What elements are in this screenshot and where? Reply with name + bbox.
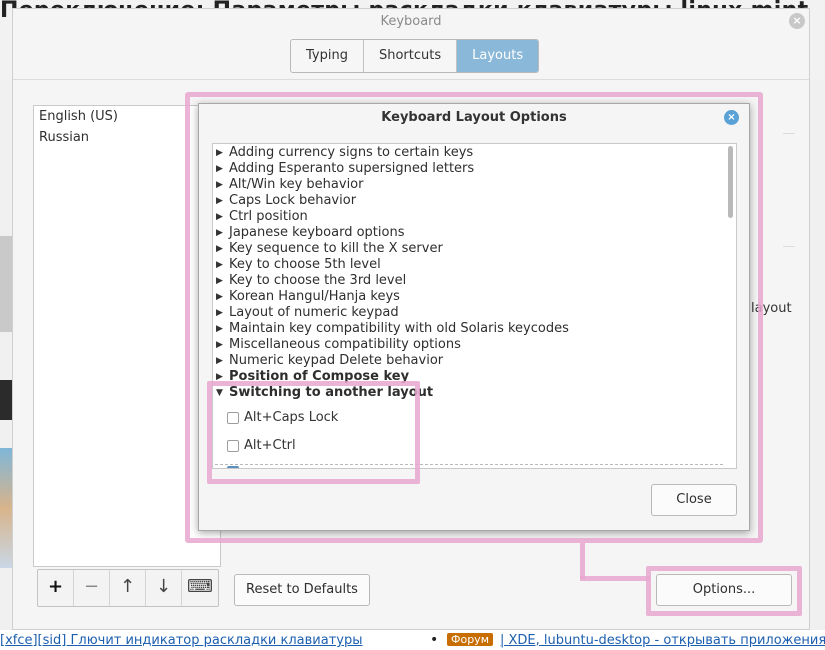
highlight-connector (580, 543, 585, 579)
tree-row-3rd-level[interactable]: ▶ Key to choose the 3rd level (216, 273, 406, 289)
background-link-right[interactable]: | XDE, lubuntu-desktop - открывать прило… (500, 633, 825, 648)
options-button[interactable]: Options... (656, 574, 792, 606)
tree-row-switching-layout[interactable]: ▼ Switching to another layout (216, 385, 433, 401)
tree-row-caps-lock[interactable]: ▶ Caps Lock behavior (216, 193, 356, 209)
background-photo (0, 236, 12, 332)
dialog-title: Keyboard Layout Options (381, 110, 567, 125)
tree-row-compose[interactable]: ▶ Position of Compose key (216, 369, 409, 385)
tree-row-korean[interactable]: ▶ Korean Hangul/Hanja keys (216, 289, 400, 305)
right-panel-label: layout (751, 301, 792, 316)
background-link-left[interactable]: [xfce][sid] Глючит индикатор раскладки к… (0, 633, 363, 648)
list-item[interactable]: Russian (34, 127, 220, 148)
header-divider (13, 79, 809, 80)
expand-arrow-icon[interactable]: ▶ (216, 353, 229, 369)
option-alt-caps-lock[interactable]: Alt+Caps Lock (227, 408, 338, 428)
window-title: Keyboard (380, 14, 442, 29)
expand-arrow-icon[interactable]: ▶ (216, 161, 229, 177)
tree-focus-outline (215, 464, 723, 466)
background-right-strip (810, 80, 825, 630)
options-tree: ▶ Adding currency signs to certain keys ▶… (212, 143, 737, 469)
option-alt-ctrl[interactable]: Alt+Ctrl (227, 436, 296, 456)
tree-row-numeric-keypad[interactable]: ▶ Layout of numeric keypad (216, 305, 399, 321)
tree-row-keypad-delete[interactable]: ▶ Numeric keypad Delete behavior (216, 353, 443, 369)
background-image (0, 448, 12, 568)
tree-row-misc[interactable]: ▶ Miscellaneous compatibility options (216, 337, 461, 353)
expand-arrow-icon[interactable]: ▶ (216, 177, 229, 193)
expand-arrow-icon[interactable]: ▶ (216, 209, 229, 225)
expand-arrow-icon[interactable]: ▶ (216, 145, 229, 161)
background-dark-band (0, 380, 12, 420)
tab-shortcuts[interactable]: Shortcuts (364, 40, 458, 72)
layout-list: English (US) Russian (33, 105, 221, 567)
highlight-connector (580, 576, 650, 581)
expand-arrow-icon[interactable]: ▶ (216, 337, 229, 353)
add-layout-button[interactable]: + (38, 570, 74, 606)
background-footer: [xfce][sid] Глючит индикатор раскладки к… (0, 630, 825, 650)
expand-arrow-icon[interactable]: ▶ (216, 305, 229, 321)
expand-arrow-icon[interactable]: ▶ (216, 273, 229, 289)
tree-row-currency[interactable]: ▶ Adding currency signs to certain keys (216, 145, 473, 161)
move-down-button[interactable]: ↓ (146, 570, 182, 606)
reset-to-defaults-button[interactable]: Reset to Defaults (234, 574, 370, 606)
expand-arrow-icon[interactable]: ▶ (216, 225, 229, 241)
expand-arrow-icon[interactable]: ▶ (216, 369, 229, 385)
expand-arrow-icon[interactable]: ▶ (216, 241, 229, 257)
expand-arrow-icon[interactable]: ▶ (216, 193, 229, 209)
tree-row-5th-level[interactable]: ▶ Key to choose 5th level (216, 257, 381, 273)
move-up-button[interactable]: ↑ (110, 570, 146, 606)
expand-arrow-icon[interactable]: ▶ (216, 257, 229, 273)
tab-bar: Typing Shortcuts Layouts (290, 39, 540, 73)
tab-layouts[interactable]: Layouts (457, 40, 539, 72)
list-item[interactable]: English (US) (34, 106, 220, 127)
dialog-close-button[interactable]: Close (651, 484, 737, 516)
tree-row-solaris[interactable]: ▶ Maintain key compatibility with old Sol… (216, 321, 569, 337)
layout-list-toolbar: + − ↑ ↓ ⌨ (37, 569, 219, 607)
expand-arrow-icon[interactable]: ▶ (216, 321, 229, 337)
section-divider (783, 246, 795, 247)
remove-layout-button[interactable]: − (74, 570, 110, 606)
tab-typing[interactable]: Typing (291, 40, 364, 72)
section-divider (783, 133, 795, 134)
forum-badge: Форум (447, 633, 493, 646)
tree-row-alt-win[interactable]: ▶ Alt/Win key behavior (216, 177, 363, 193)
tree-scrollbar[interactable] (728, 146, 733, 218)
checkbox[interactable] (227, 439, 239, 452)
collapse-arrow-icon[interactable]: ▼ (216, 385, 229, 401)
bullet-icon: • (430, 632, 439, 648)
tree-row-kill-x[interactable]: ▶ Key sequence to kill the X server (216, 241, 443, 257)
checkbox[interactable] (227, 411, 239, 424)
checkbox-checked[interactable] (227, 465, 239, 468)
dialog-close-icon[interactable]: × (724, 110, 739, 125)
tree-row-ctrl-position[interactable]: ▶ Ctrl position (216, 209, 308, 225)
layout-options-dialog: Keyboard Layout Options × ▶ Adding curren… (198, 103, 750, 531)
window-close-icon[interactable]: × (789, 13, 805, 29)
tree-row-esperanto[interactable]: ▶ Adding Esperanto supersigned letters (216, 161, 474, 177)
expand-arrow-icon[interactable]: ▶ (216, 289, 229, 305)
keyboard-preview-icon[interactable]: ⌨ (182, 570, 218, 606)
tree-row-japanese[interactable]: ▶ Japanese keyboard options (216, 225, 404, 241)
